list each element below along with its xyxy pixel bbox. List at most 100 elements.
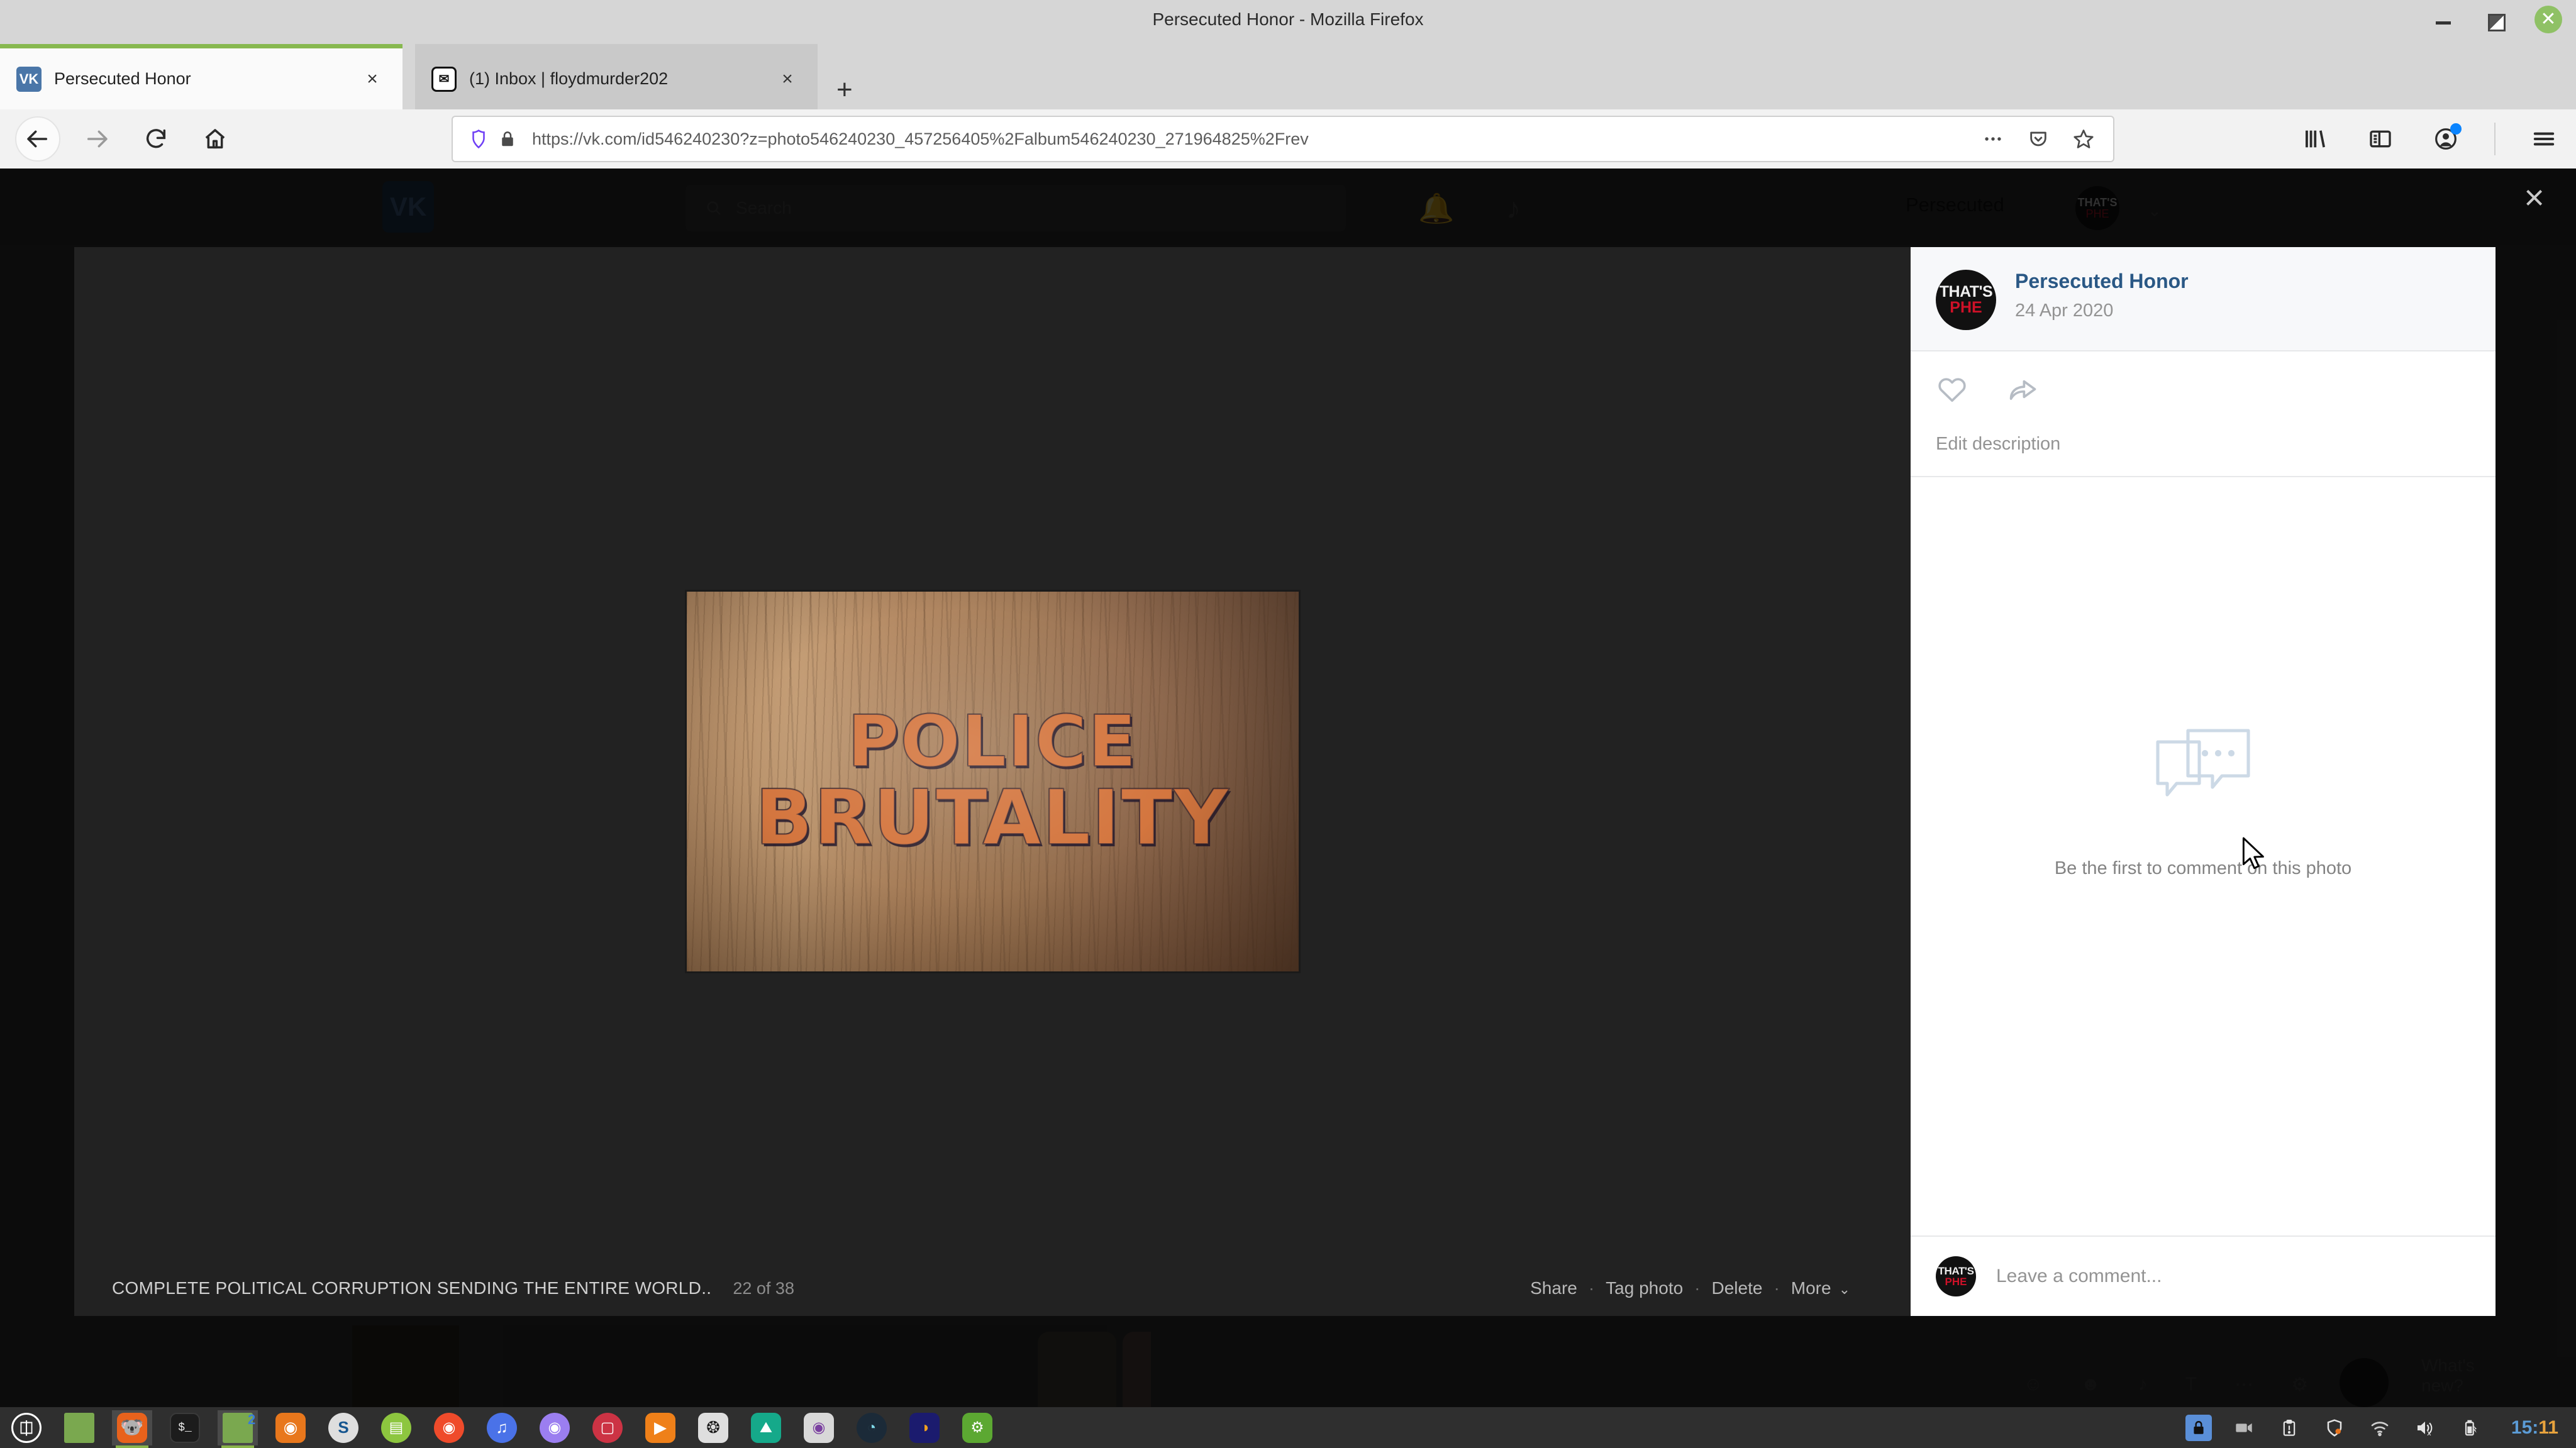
clock-minutes: 11 [2538, 1417, 2558, 1438]
taskbar-clock[interactable]: 15:11 [2511, 1417, 2558, 1439]
photo-viewer-modal: POLICE BRUTALITY COMPLETE POLITICAL CORR… [74, 247, 2496, 1316]
system-tray: x 15:11 [2185, 1407, 2576, 1448]
action-separator: · [1694, 1278, 1701, 1298]
empty-comments-text: Be the first to comment on this photo [2054, 858, 2352, 878]
volume-muted-icon[interactable]: x [2412, 1415, 2438, 1441]
chevron-down-icon: ⌄ [1838, 1281, 1850, 1297]
empty-comments-state: Be the first to comment on this photo [1911, 477, 2496, 1235]
avatar-bottom-text: PHE [1950, 299, 1982, 316]
avatar-top-text: THAT'S [1939, 283, 1993, 301]
wifi-icon[interactable] [2367, 1415, 2393, 1441]
delete-button[interactable]: Delete [1712, 1278, 1763, 1298]
audio-player-icon[interactable]: ◉ [535, 1410, 575, 1445]
close-photo-viewer-icon[interactable]: × [2524, 180, 2545, 215]
settings-tools-icon[interactable]: ⚙ [957, 1410, 997, 1445]
taskbar-launchers: ⎅ 🐨 $_ 2 ◉ S ▤ ◉ ♫ ◉ ▢ ▶ ❂ ⛰ ◉ ◔ ◑ ⚙ [0, 1407, 1004, 1448]
toolbar-divider [2494, 123, 2496, 155]
comment-bubbles-icon [2146, 727, 2260, 824]
star-icon[interactable] [2069, 128, 2098, 150]
audacity-icon[interactable]: ◑ [904, 1410, 945, 1445]
back-button[interactable] [15, 116, 60, 162]
image-viewer-icon[interactable]: ▢ [587, 1410, 628, 1445]
minimize-button[interactable] [2431, 8, 2455, 31]
forward-button[interactable] [74, 116, 119, 162]
battery-charging-icon[interactable] [2457, 1415, 2484, 1441]
camera-app-icon[interactable]: ◉ [429, 1410, 469, 1445]
clock-hours: 15 [2511, 1417, 2533, 1438]
shotcut-icon[interactable]: ▤ [376, 1410, 416, 1445]
tab-strip: VK Persecuted Honor × ✉ (1) Inbox | floy… [0, 39, 2576, 109]
files-window-2-icon[interactable]: 2 [218, 1410, 258, 1448]
new-tab-button[interactable]: + [836, 74, 853, 106]
window-titlebar: Persecuted Honor - Mozilla Firefox ✕ [0, 0, 2576, 39]
maximize-button[interactable] [2483, 8, 2507, 31]
action-separator: · [1774, 1278, 1780, 1298]
author-avatar[interactable]: THAT'S PHE [1936, 270, 1996, 330]
browser-toolbar-right [2298, 109, 2561, 169]
system-taskbar: ⎅ 🐨 $_ 2 ◉ S ▤ ◉ ♫ ◉ ▢ ▶ ❂ ⛰ ◉ ◔ ◑ ⚙ x 1… [0, 1407, 2576, 1448]
close-window-button[interactable]: ✕ [2534, 6, 2562, 33]
window-count-badge: 2 [248, 1411, 256, 1427]
linux-mint-menu-icon[interactable]: ⎅ [6, 1410, 47, 1445]
media-play-icon[interactable]: ▶ [640, 1410, 680, 1445]
webcam-icon[interactable]: ◉ [799, 1410, 839, 1445]
inkscape-icon[interactable]: ❂ [693, 1410, 733, 1445]
blender-icon[interactable]: ◉ [270, 1410, 311, 1445]
firefox-icon[interactable]: 🐨 [112, 1410, 152, 1448]
music-cloud-icon[interactable]: ♫ [482, 1410, 522, 1445]
clipboard-icon[interactable] [2276, 1415, 2302, 1441]
files-window-icon[interactable] [59, 1410, 99, 1445]
photo-date: 24 Apr 2020 [2015, 301, 2114, 321]
account-badge [2450, 123, 2462, 135]
photo-image[interactable]: POLICE BRUTALITY [686, 592, 1299, 971]
gallery-icon[interactable]: ⛰ [746, 1410, 786, 1445]
share-arrow-icon[interactable] [2006, 373, 2039, 409]
tab-close-icon[interactable]: × [774, 69, 801, 90]
page-viewport: VK Search 🔔 ♪ Persecuted THAT'SPHE ⌄ Wha [0, 169, 2576, 1407]
update-shield-icon[interactable] [2321, 1415, 2348, 1441]
account-icon[interactable] [2429, 122, 2463, 156]
url-bar[interactable]: https://vk.com/id546240230?z=photo546240… [452, 116, 2114, 162]
window-controls: ✕ [2431, 0, 2562, 39]
comment-input[interactable]: Leave a comment... [1996, 1266, 2470, 1287]
sidebar-action-icons [1911, 351, 2496, 409]
mouse-cursor [2242, 837, 2268, 876]
reload-button[interactable] [133, 116, 179, 162]
padlock-icon[interactable] [493, 130, 522, 148]
author-meta: Persecuted Honor 24 Apr 2020 [2015, 270, 2189, 321]
clock-separator: : [2532, 1417, 2539, 1438]
hamburger-menu-icon[interactable] [2527, 122, 2561, 156]
comment-composer: THAT'S PHE Leave a comment... [1911, 1235, 2496, 1316]
tracking-protection-icon[interactable] [464, 128, 493, 150]
edit-description-link[interactable]: Edit description [1911, 409, 2496, 476]
author-name-link[interactable]: Persecuted Honor [2015, 270, 2189, 293]
tab-persecuted-honor[interactable]: VK Persecuted Honor × [0, 44, 402, 109]
current-user-avatar: THAT'S PHE [1936, 1256, 1976, 1296]
sidebar-icon[interactable] [2363, 122, 2397, 156]
terminal-icon[interactable]: $_ [165, 1410, 205, 1445]
screen-recorder-icon[interactable] [2231, 1415, 2257, 1441]
url-bar-actions [1979, 128, 2102, 150]
avatar-bottom-text: PHE [1945, 1276, 1967, 1288]
pocket-icon[interactable] [2024, 128, 2053, 150]
tag-photo-button[interactable]: Tag photo [1606, 1278, 1683, 1298]
photo-info-sidebar: THAT'S PHE Persecuted Honor 24 Apr 2020 [1911, 247, 2496, 1316]
vk-favicon-icon: VK [16, 66, 42, 92]
share-button[interactable]: Share [1530, 1278, 1577, 1298]
window-title: Persecuted Honor - Mozilla Firefox [1152, 9, 1424, 29]
more-button[interactable]: More ⌄ [1791, 1278, 1850, 1298]
avatar-top-text: THAT'S [1938, 1265, 1974, 1277]
ellipsis-icon[interactable] [1979, 128, 2007, 150]
disk-usage-icon[interactable]: ◔ [852, 1410, 892, 1445]
tab-close-icon[interactable]: × [358, 69, 386, 90]
tab-inbox[interactable]: ✉ (1) Inbox | floydmurder202 × [415, 44, 818, 109]
lock-keys-icon[interactable] [2185, 1414, 2212, 1441]
tab-title: (1) Inbox | floydmurder202 [469, 69, 669, 88]
tab-title: Persecuted Honor [54, 69, 191, 88]
library-icon[interactable] [2298, 122, 2332, 156]
synfig-icon[interactable]: S [323, 1410, 364, 1445]
url-text[interactable]: https://vk.com/id546240230?z=photo546240… [532, 130, 1979, 149]
photo-counter: 22 of 38 [733, 1279, 794, 1298]
heart-icon[interactable] [1936, 373, 1968, 409]
home-button[interactable] [192, 116, 238, 162]
